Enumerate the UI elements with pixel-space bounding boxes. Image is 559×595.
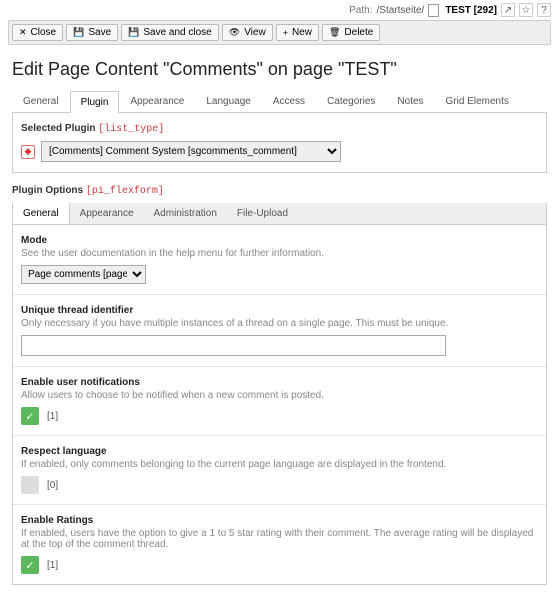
- notifications-checkbox[interactable]: ✓: [21, 407, 39, 425]
- thread-hint: Only necessary if you have multiple inst…: [21, 318, 538, 329]
- thread-label: Unique thread identifier: [21, 305, 538, 316]
- tab-access[interactable]: Access: [262, 90, 316, 112]
- inner-tab-administration[interactable]: Administration: [144, 203, 227, 224]
- thread-input[interactable]: [21, 335, 446, 356]
- open-new-window-icon[interactable]: ↗: [501, 3, 515, 17]
- plugin-panel: Selected Plugin [list_type] ◆ [Comments]…: [12, 113, 547, 173]
- close-button[interactable]: ✕Close: [12, 24, 63, 41]
- help-icon[interactable]: ?: [537, 3, 551, 17]
- tab-appearance[interactable]: Appearance: [119, 90, 195, 112]
- plugin-select[interactable]: [Comments] Comment System [sgcomments_co…: [41, 141, 341, 162]
- path-current: TEST [292]: [445, 5, 497, 16]
- close-icon: ✕: [19, 27, 27, 38]
- respect-value: [0]: [47, 480, 58, 491]
- eye-icon: 👁: [229, 27, 240, 38]
- respect-label: Respect language: [21, 446, 538, 457]
- mode-hint: See the user documentation in the help m…: [21, 248, 538, 259]
- page-icon: [428, 4, 439, 17]
- notifications-label: Enable user notifications: [21, 377, 538, 388]
- respect-checkbox[interactable]: [21, 476, 39, 494]
- ratings-value: [1]: [47, 560, 58, 571]
- path-segments[interactable]: /Startseite/: [377, 5, 425, 16]
- plugin-options-label: Plugin Options [pi_flexform]: [12, 185, 547, 197]
- inner-tab-appearance[interactable]: Appearance: [70, 203, 144, 224]
- ratings-section: Enable Ratings If enabled, users have th…: [13, 505, 546, 584]
- tab-notes[interactable]: Notes: [386, 90, 434, 112]
- ratings-checkbox[interactable]: ✓: [21, 556, 39, 574]
- respect-hint: If enabled, only comments belonging to t…: [21, 459, 538, 470]
- inner-tab-file-upload[interactable]: File-Upload: [227, 203, 298, 224]
- tab-grid-elements[interactable]: Grid Elements: [435, 90, 520, 112]
- action-toolbar: ✕Close 💾Save 💾Save and close 👁View +New …: [8, 20, 551, 45]
- ratings-label: Enable Ratings: [21, 515, 538, 526]
- inner-tab-general[interactable]: General: [13, 203, 70, 224]
- notifications-value: [1]: [47, 411, 58, 422]
- notifications-section: Enable user notifications Allow users to…: [13, 367, 546, 436]
- selected-plugin-tech: [list_type]: [98, 124, 164, 135]
- mode-label: Mode: [21, 235, 538, 246]
- mode-select[interactable]: Page comments [pages]: [21, 265, 146, 284]
- plugin-options-panel: General Appearance Administration File-U…: [12, 203, 547, 585]
- plus-icon: +: [283, 28, 288, 38]
- path-label: Path:: [349, 5, 372, 16]
- save-close-icon: 💾: [128, 27, 139, 38]
- trash-icon: 🗑: [329, 27, 340, 38]
- plugin-options-tech: [pi_flexform]: [86, 186, 164, 197]
- tab-categories[interactable]: Categories: [316, 90, 386, 112]
- plugin-ext-icon: ◆: [21, 145, 35, 159]
- notifications-hint: Allow users to choose to be notified whe…: [21, 390, 538, 401]
- mode-section: Mode See the user documentation in the h…: [13, 225, 546, 295]
- respect-section: Respect language If enabled, only commen…: [13, 436, 546, 505]
- selected-plugin-label: Selected Plugin [list_type]: [21, 123, 538, 135]
- bookmark-icon[interactable]: ☆: [519, 3, 533, 17]
- path-bar: Path: /Startseite/ TEST [292] ↗ ☆ ?: [0, 0, 559, 20]
- tab-plugin[interactable]: Plugin: [70, 91, 120, 113]
- inner-tabs: General Appearance Administration File-U…: [13, 203, 546, 225]
- main-tabs: General Plugin Appearance Language Acces…: [12, 90, 547, 113]
- view-button[interactable]: 👁View: [222, 24, 273, 41]
- tab-general[interactable]: General: [12, 90, 70, 112]
- ratings-hint: If enabled, users have the option to giv…: [21, 528, 538, 550]
- page-title: Edit Page Content "Comments" on page "TE…: [0, 45, 559, 90]
- save-close-button[interactable]: 💾Save and close: [121, 24, 219, 41]
- tab-language[interactable]: Language: [195, 90, 262, 112]
- save-icon: 💾: [73, 27, 84, 38]
- new-button[interactable]: +New: [276, 24, 319, 41]
- save-button[interactable]: 💾Save: [66, 24, 118, 41]
- delete-button[interactable]: 🗑Delete: [322, 24, 380, 41]
- thread-section: Unique thread identifier Only necessary …: [13, 295, 546, 367]
